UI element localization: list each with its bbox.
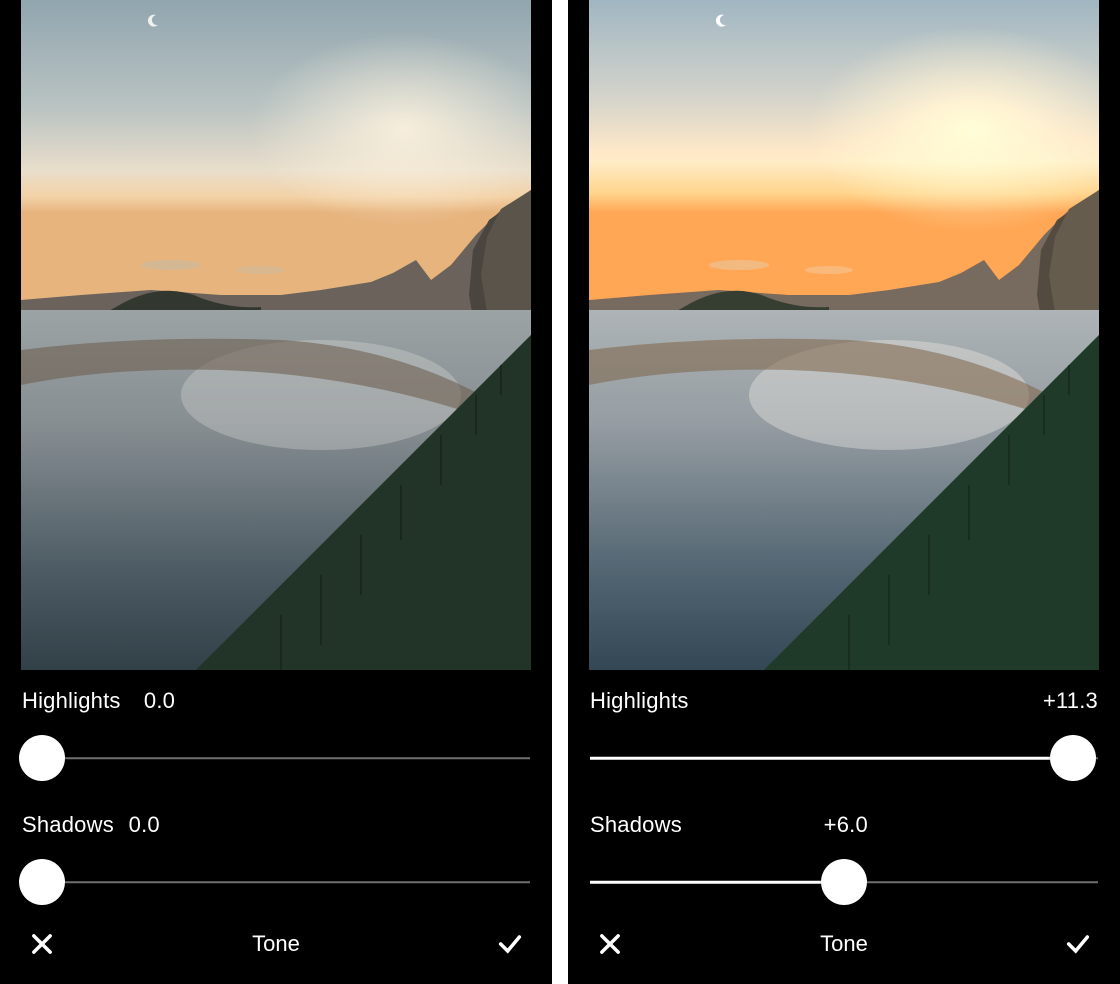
cancel-button[interactable] xyxy=(26,928,58,960)
highlights-slider-group: Highlights +11.3 xyxy=(590,688,1098,782)
shadows-slider[interactable] xyxy=(22,858,530,906)
slider-controls: Highlights +11.3 Shadows +6.0 xyxy=(568,670,1120,906)
tool-title: Tone xyxy=(252,931,300,957)
highlights-slider[interactable] xyxy=(590,734,1098,782)
bottom-toolbar: Tone xyxy=(568,906,1120,984)
editor-panel-left: Highlights 0.0 Shadows 0.0 Tone xyxy=(0,0,552,984)
highlights-thumb[interactable] xyxy=(19,735,65,781)
confirm-button[interactable] xyxy=(1062,928,1094,960)
confirm-button[interactable] xyxy=(494,928,526,960)
highlights-value: +11.3 xyxy=(1043,688,1098,714)
shadows-thumb[interactable] xyxy=(821,859,867,905)
shadows-label: Shadows xyxy=(590,812,682,838)
highlights-label: Highlights xyxy=(22,688,121,714)
highlights-slider[interactable] xyxy=(22,734,530,782)
landscape-photo xyxy=(21,0,531,670)
image-preview xyxy=(589,0,1099,670)
highlights-label: Highlights xyxy=(590,688,689,714)
check-icon xyxy=(1064,930,1092,958)
shadows-value: +6.0 xyxy=(824,812,868,838)
shadows-slider-group: Shadows 0.0 xyxy=(22,812,530,906)
slider-controls: Highlights 0.0 Shadows 0.0 xyxy=(0,670,552,906)
tool-title: Tone xyxy=(820,931,868,957)
check-icon xyxy=(496,930,524,958)
image-preview xyxy=(21,0,531,670)
highlights-value: 0.0 xyxy=(144,688,175,714)
shadows-slider[interactable] xyxy=(590,858,1098,906)
shadows-label: Shadows xyxy=(22,812,114,838)
close-icon xyxy=(28,930,56,958)
shadows-thumb[interactable] xyxy=(19,859,65,905)
highlights-slider-group: Highlights 0.0 xyxy=(22,688,530,782)
cancel-button[interactable] xyxy=(594,928,626,960)
highlights-thumb[interactable] xyxy=(1050,735,1096,781)
landscape-photo xyxy=(589,0,1099,670)
bottom-toolbar: Tone xyxy=(0,906,552,984)
editor-panel-right: Highlights +11.3 Shadows +6.0 xyxy=(568,0,1120,984)
close-icon xyxy=(596,930,624,958)
shadows-value: 0.0 xyxy=(129,812,160,838)
shadows-slider-group: Shadows +6.0 xyxy=(590,812,1098,906)
